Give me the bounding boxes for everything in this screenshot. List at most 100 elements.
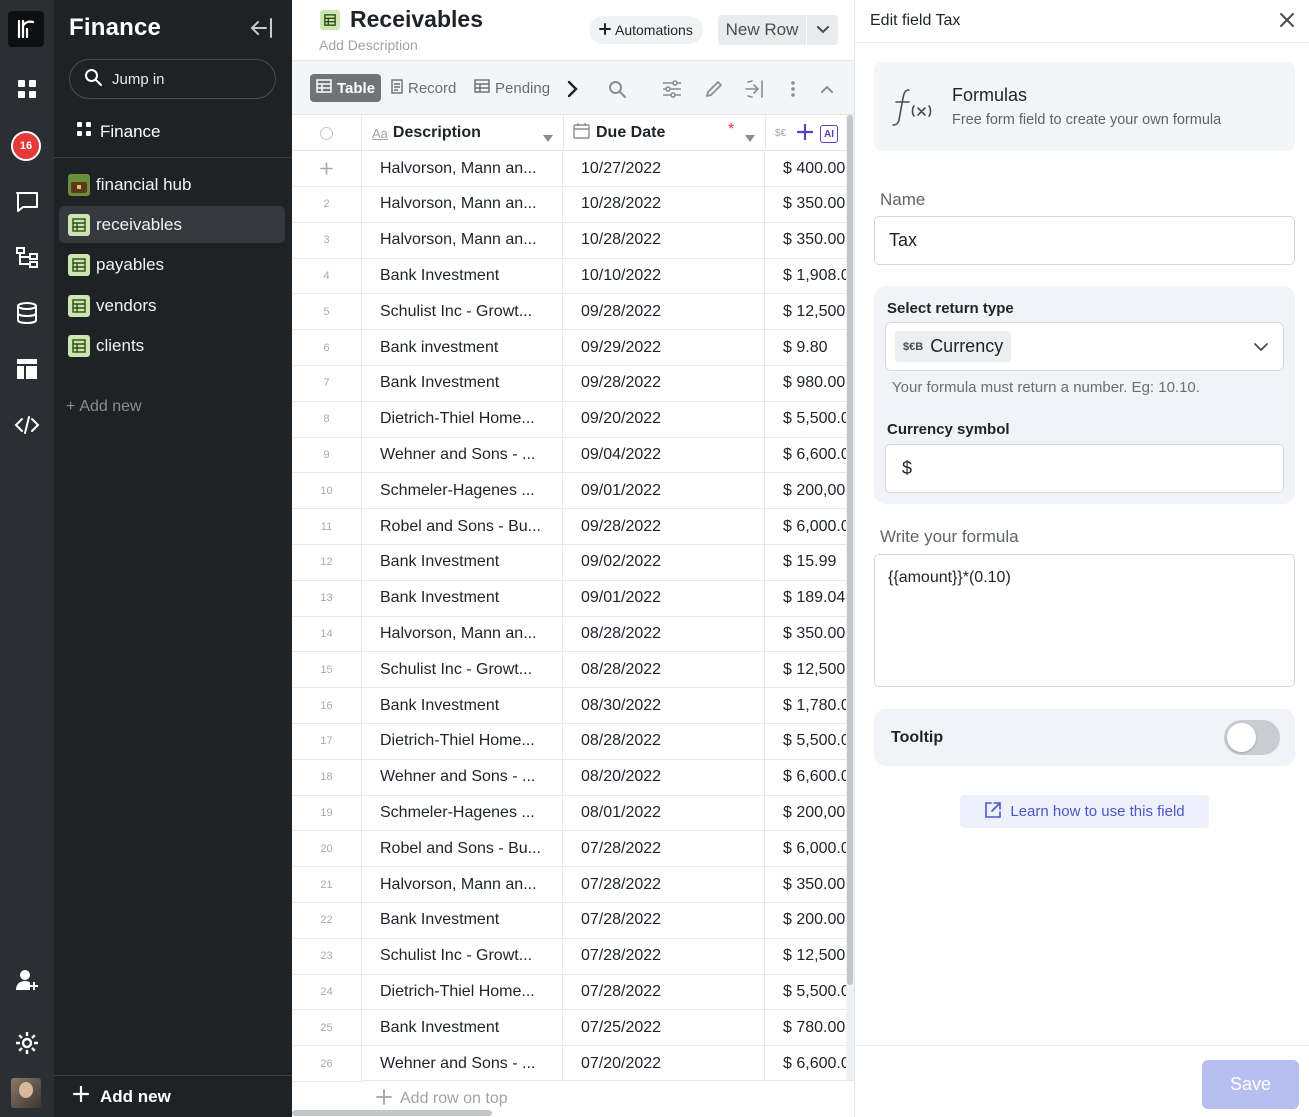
add-new-workspace-button[interactable]: Add new [54, 1075, 292, 1117]
cell-description[interactable]: Schulist Inc - Growt... [363, 652, 563, 688]
cell-due-date[interactable]: 10/10/2022 [564, 258, 765, 294]
table-row[interactable]: 24 Dietrich-Thiel Home... 07/28/2022 $ 5,50… [292, 974, 854, 1011]
table-row[interactable]: 3 Halvorson, Mann an... 10/28/2022 $ 350.00 [292, 222, 854, 259]
cell-amount[interactable]: $ 6,000.0 [766, 509, 846, 544]
row-number[interactable]: 25 [292, 1010, 362, 1046]
cell-description[interactable]: Dietrich-Thiel Home... [363, 401, 563, 437]
edit-pencil-icon[interactable] [703, 78, 725, 100]
vertical-scrollbar[interactable] [846, 115, 854, 1080]
cell-amount[interactable]: $ 12,500 [766, 939, 846, 974]
cell-due-date[interactable]: 09/29/2022 [564, 330, 765, 365]
table-row[interactable]: 25 Bank Investment 07/25/2022 $ 780.00 [292, 1010, 854, 1047]
table-row[interactable]: 19 Schmeler-Hagenes ... 08/01/2022 $ 200,00 [292, 795, 854, 832]
row-number[interactable]: 6 [292, 330, 362, 365]
chevron-right-icon[interactable] [562, 78, 584, 100]
cell-due-date[interactable]: 08/01/2022 [564, 795, 765, 831]
table-row[interactable]: 20 Robel and Sons - Bu... 07/28/2022 $ 6,00… [292, 831, 854, 868]
row-number[interactable]: 3 [292, 222, 362, 258]
notifications-badge[interactable]: 16 [11, 131, 41, 161]
sidebar-item-receivables[interactable]: receivables [59, 206, 285, 243]
cell-description[interactable]: Schmeler-Hagenes ... [363, 795, 563, 831]
row-number[interactable]: 26 [292, 1046, 362, 1081]
table-row[interactable]: 8 Dietrich-Thiel Home... 09/20/2022 $ 5,500… [292, 401, 854, 438]
row-number[interactable]: 9 [292, 437, 362, 473]
table-row[interactable]: 6 Bank investment 09/29/2022 $ 9.80 [292, 330, 854, 366]
add-new-table-button[interactable]: + Add new [66, 398, 142, 416]
layout-icon[interactable] [13, 355, 41, 383]
database-icon[interactable] [13, 299, 41, 327]
cell-amount[interactable]: $ 400.00 [766, 151, 846, 186]
row-number[interactable]: 10 [292, 473, 362, 509]
cell-amount[interactable]: $ 6,600.0 [766, 1046, 846, 1081]
sidebar-item-clients[interactable]: clients [59, 327, 285, 364]
cell-due-date[interactable]: 09/01/2022 [564, 580, 765, 616]
cell-description[interactable]: Schmeler-Hagenes ... [363, 473, 563, 509]
cell-description[interactable]: Bank Investment [363, 688, 563, 723]
cell-amount[interactable]: $ 6,000.0 [766, 831, 846, 866]
cell-description[interactable]: Halvorson, Mann an... [363, 151, 563, 186]
cell-due-date[interactable]: 08/28/2022 [564, 723, 765, 759]
cell-due-date[interactable]: 08/30/2022 [564, 688, 765, 723]
workspace-link[interactable]: Finance [76, 121, 160, 142]
cell-due-date[interactable]: 07/28/2022 [564, 831, 765, 867]
cell-description[interactable]: Halvorson, Mann an... [363, 867, 563, 902]
cell-amount[interactable]: $ 780.00 [766, 1010, 846, 1045]
row-number[interactable]: 8 [292, 401, 362, 437]
new-row-button[interactable]: New Row [718, 15, 806, 45]
table-row[interactable]: 15 Schulist Inc - Growt... 08/28/2022 $ 12,… [292, 652, 854, 689]
cell-amount[interactable]: $ 5,500.0 [766, 402, 846, 437]
row-number[interactable]: 21 [292, 867, 362, 902]
row-number[interactable]: 17 [292, 723, 362, 759]
apps-grid-icon[interactable] [13, 75, 41, 103]
cell-description[interactable]: Wehner and Sons - ... [363, 1046, 563, 1081]
cell-due-date[interactable]: 07/28/2022 [564, 938, 765, 974]
cell-amount[interactable]: $ 6,600.0 [766, 760, 846, 795]
cell-description[interactable]: Bank Investment [363, 902, 563, 938]
cell-due-date[interactable]: 10/28/2022 [564, 222, 765, 258]
cell-description[interactable]: Bank Investment [363, 1010, 563, 1046]
page-title[interactable]: Receivables [350, 6, 483, 33]
cell-description[interactable]: Bank Investment [363, 544, 563, 580]
cell-due-date[interactable]: 09/01/2022 [564, 473, 765, 509]
cell-due-date[interactable]: 09/04/2022 [564, 437, 765, 473]
row-number[interactable]: 20 [292, 831, 362, 867]
cell-amount[interactable]: $ 350.00 [766, 616, 846, 651]
row-number[interactable]: 15 [292, 652, 362, 688]
table-row[interactable]: 23 Schulist Inc - Growt... 07/28/2022 $ 12,… [292, 938, 854, 975]
table-row[interactable]: 14 Halvorson, Mann an... 08/28/2022 $ 350.0… [292, 616, 854, 653]
currency-symbol-field[interactable] [885, 444, 1284, 493]
cell-amount[interactable]: $ 200,00 [766, 473, 846, 508]
table-row[interactable]: 13 Bank Investment 09/01/2022 $ 189.04 [292, 580, 854, 617]
avatar[interactable] [11, 1078, 41, 1108]
row-number[interactable]: 11 [292, 509, 362, 544]
cell-description[interactable]: Halvorson, Mann an... [363, 186, 563, 222]
row-number[interactable]: 4 [292, 258, 362, 294]
cell-description[interactable]: Wehner and Sons - ... [363, 759, 563, 795]
cell-description[interactable]: Schulist Inc - Growt... [363, 938, 563, 974]
cell-description[interactable]: Dietrich-Thiel Home... [363, 974, 563, 1010]
chevron-down-icon[interactable] [806, 15, 838, 45]
cell-description[interactable]: Robel and Sons - Bu... [363, 831, 563, 867]
chat-icon[interactable] [13, 188, 41, 216]
cell-amount[interactable]: $ 12,500 [766, 652, 846, 687]
table-row[interactable]: 17 Dietrich-Thiel Home... 08/28/2022 $ 5,50… [292, 723, 854, 760]
sidebar-item-payables[interactable]: payables [59, 246, 285, 283]
chevron-up-icon[interactable] [816, 78, 838, 100]
row-number[interactable]: 2 [292, 186, 362, 222]
cell-description[interactable]: Dietrich-Thiel Home... [363, 723, 563, 759]
tab-pending[interactable]: Pending [468, 74, 556, 102]
cell-due-date[interactable]: 09/20/2022 [564, 401, 765, 437]
table-row[interactable]: 16 Bank Investment 08/30/2022 $ 1,780.0 [292, 688, 854, 724]
cell-due-date[interactable]: 09/28/2022 [564, 294, 765, 330]
caret-down-icon[interactable] [543, 129, 553, 147]
cell-due-date[interactable]: 07/25/2022 [564, 1010, 765, 1046]
cell-description[interactable]: Bank Investment [363, 365, 563, 401]
formula-type-card[interactable]: Formulas Free form field to create your … [874, 62, 1295, 151]
collapse-sidebar-icon[interactable] [248, 16, 274, 40]
row-number[interactable]: 5 [292, 294, 362, 330]
cell-due-date[interactable]: 10/27/2022 [564, 151, 765, 186]
close-icon[interactable] [1278, 11, 1298, 31]
row-number[interactable]: 23 [292, 938, 362, 974]
filter-sliders-icon[interactable] [661, 78, 683, 100]
cell-amount[interactable]: $ 5,500.0 [766, 724, 846, 759]
